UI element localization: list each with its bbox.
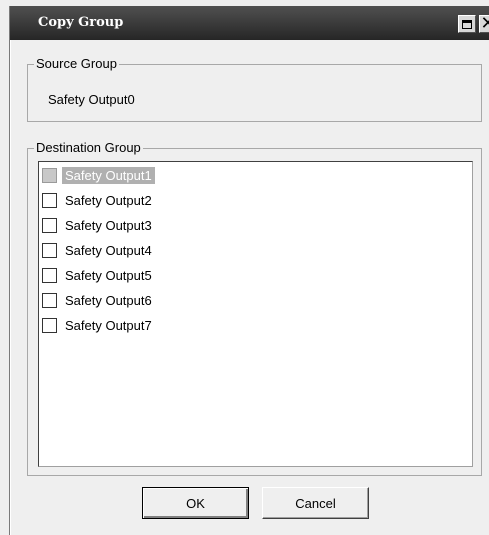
- list-item-label: Safety Output7: [65, 317, 152, 333]
- source-group-box: Source Group Safety Output0: [27, 56, 482, 122]
- checkbox[interactable]: [42, 192, 57, 208]
- ok-button[interactable]: OK: [142, 487, 249, 519]
- cancel-button[interactable]: Cancel: [262, 487, 369, 519]
- checkbox[interactable]: [42, 267, 57, 283]
- list-item[interactable]: Safety Output3: [42, 215, 155, 235]
- list-item-label: Safety Output1: [62, 166, 155, 184]
- list-item[interactable]: Safety Output6: [42, 290, 155, 310]
- close-button[interactable]: ✕: [479, 15, 489, 33]
- maximize-icon: [462, 19, 472, 29]
- checkbox[interactable]: [42, 242, 57, 258]
- list-item[interactable]: Safety Output5: [42, 265, 155, 285]
- maximize-button[interactable]: [458, 15, 476, 33]
- checkbox[interactable]: [42, 317, 57, 333]
- destination-group-box: Destination Group Safety Output1 Safety …: [27, 140, 482, 476]
- list-item-label: Safety Output5: [65, 267, 152, 283]
- list-item-label: Safety Output2: [65, 192, 152, 208]
- destination-group-legend: Destination Group: [34, 140, 143, 156]
- list-item-label: Safety Output6: [65, 292, 152, 308]
- list-item[interactable]: Safety Output1: [42, 165, 155, 185]
- title-bar[interactable]: Copy Group ✕: [10, 6, 489, 40]
- source-group-value: Safety Output0: [48, 92, 135, 107]
- list-item[interactable]: Safety Output4: [42, 240, 155, 260]
- close-icon: ✕: [480, 13, 489, 34]
- checkbox[interactable]: [42, 167, 57, 183]
- source-group-legend: Source Group: [34, 56, 119, 72]
- window-title: Copy Group: [38, 15, 124, 30]
- copy-group-dialog: Copy Group ✕ Source Group Safety Output0…: [0, 0, 489, 535]
- checkbox[interactable]: [42, 217, 57, 233]
- list-item-label: Safety Output4: [65, 242, 152, 258]
- list-item[interactable]: Safety Output7: [42, 315, 155, 335]
- destination-listbox[interactable]: Safety Output1 Safety Output2 Safety Out…: [38, 161, 473, 467]
- checkbox[interactable]: [42, 292, 57, 308]
- window-border-highlight: [10, 40, 11, 535]
- list-item-label: Safety Output3: [65, 217, 152, 233]
- list-item[interactable]: Safety Output2: [42, 190, 155, 210]
